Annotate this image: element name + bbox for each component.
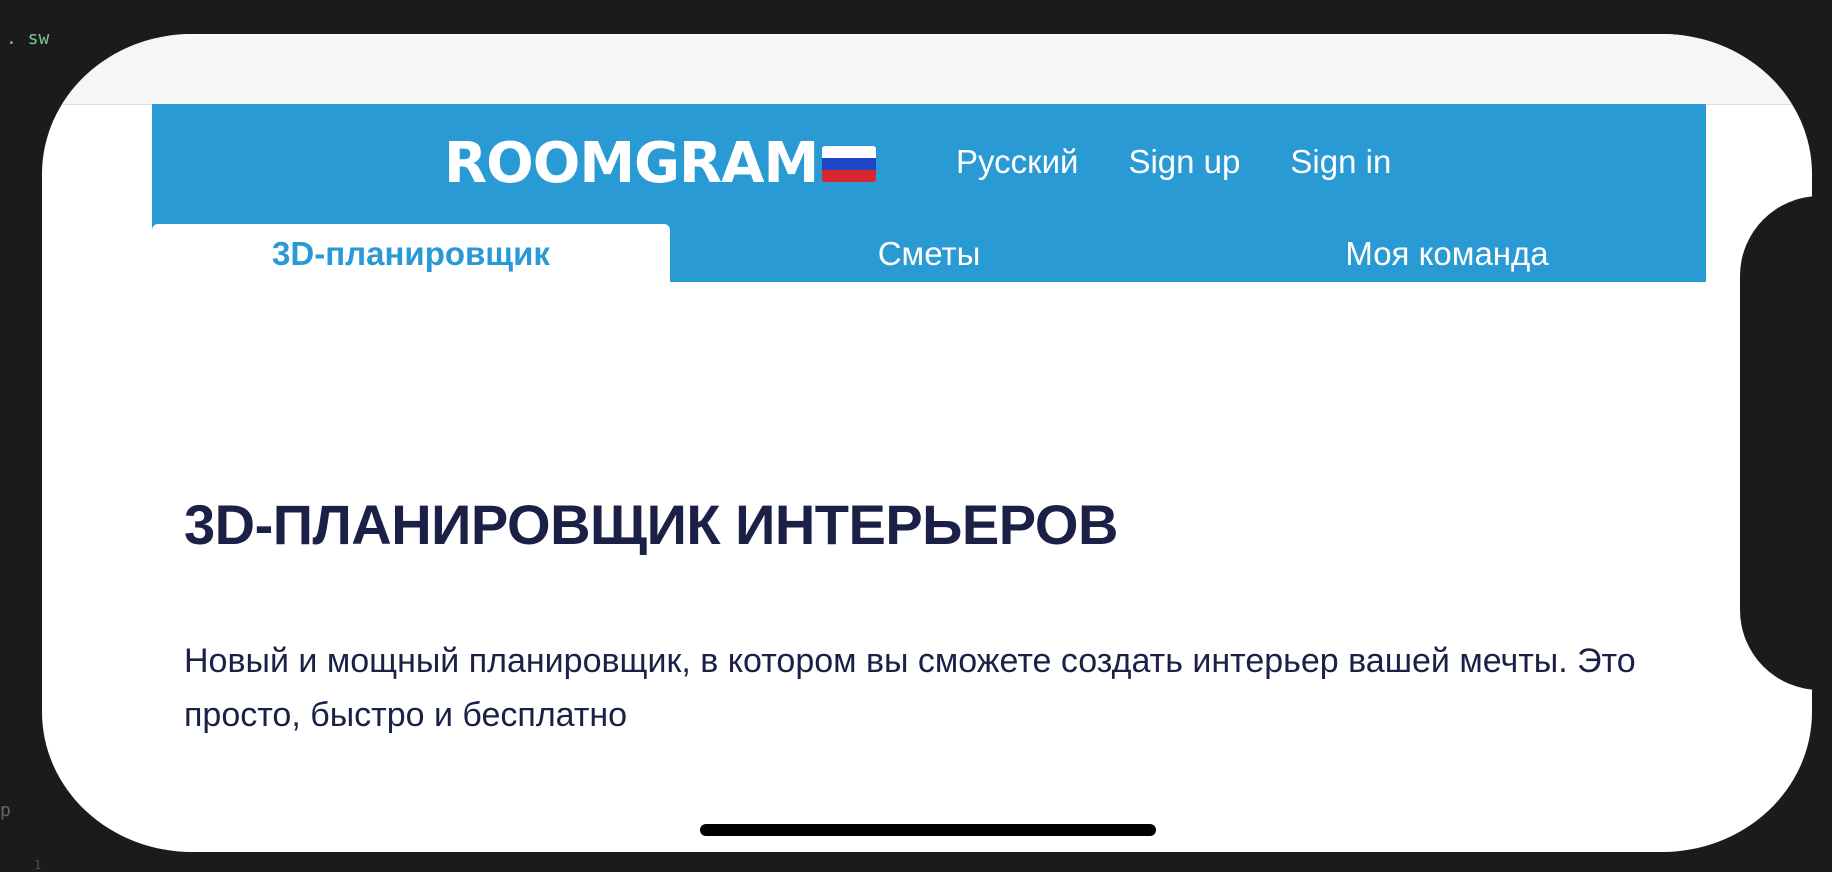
- language-link[interactable]: Русский: [956, 142, 1078, 182]
- hero-description: Новый и мощный планировщик, в котором вы…: [184, 642, 1636, 734]
- background-code-snippet: p: [0, 800, 11, 821]
- russian-flag-icon: [822, 146, 877, 182]
- signup-link[interactable]: Sign up: [1128, 142, 1240, 182]
- browser-top-bar: [42, 34, 1812, 105]
- background-code-line: 1: [34, 858, 42, 872]
- header-links: Русский Sign up Sign in: [956, 142, 1391, 182]
- site-header: ROOMGRAM Русский Sign up Sign in 3D-план…: [152, 104, 1706, 282]
- main-tabs: 3D-планировщик Сметы Моя команда: [152, 224, 1706, 282]
- tab-3d-planner[interactable]: 3D-планировщик: [152, 224, 670, 282]
- tab-estimates[interactable]: Сметы: [670, 224, 1188, 282]
- home-indicator[interactable]: [700, 824, 1156, 836]
- signin-link[interactable]: Sign in: [1290, 142, 1391, 182]
- phone-notch: [1740, 196, 1832, 690]
- roomgram-logo[interactable]: ROOMGRAM: [444, 131, 877, 196]
- hero-title: 3D-ПЛАНИРОВЩИК ИНТЕРЬЕРОВ: [184, 493, 1118, 556]
- phone-screen: ROOMGRAM Русский Sign up Sign in 3D-план…: [42, 34, 1812, 852]
- logo-text: ROOMGRAM: [444, 131, 819, 196]
- tab-my-team[interactable]: Моя команда: [1188, 224, 1706, 282]
